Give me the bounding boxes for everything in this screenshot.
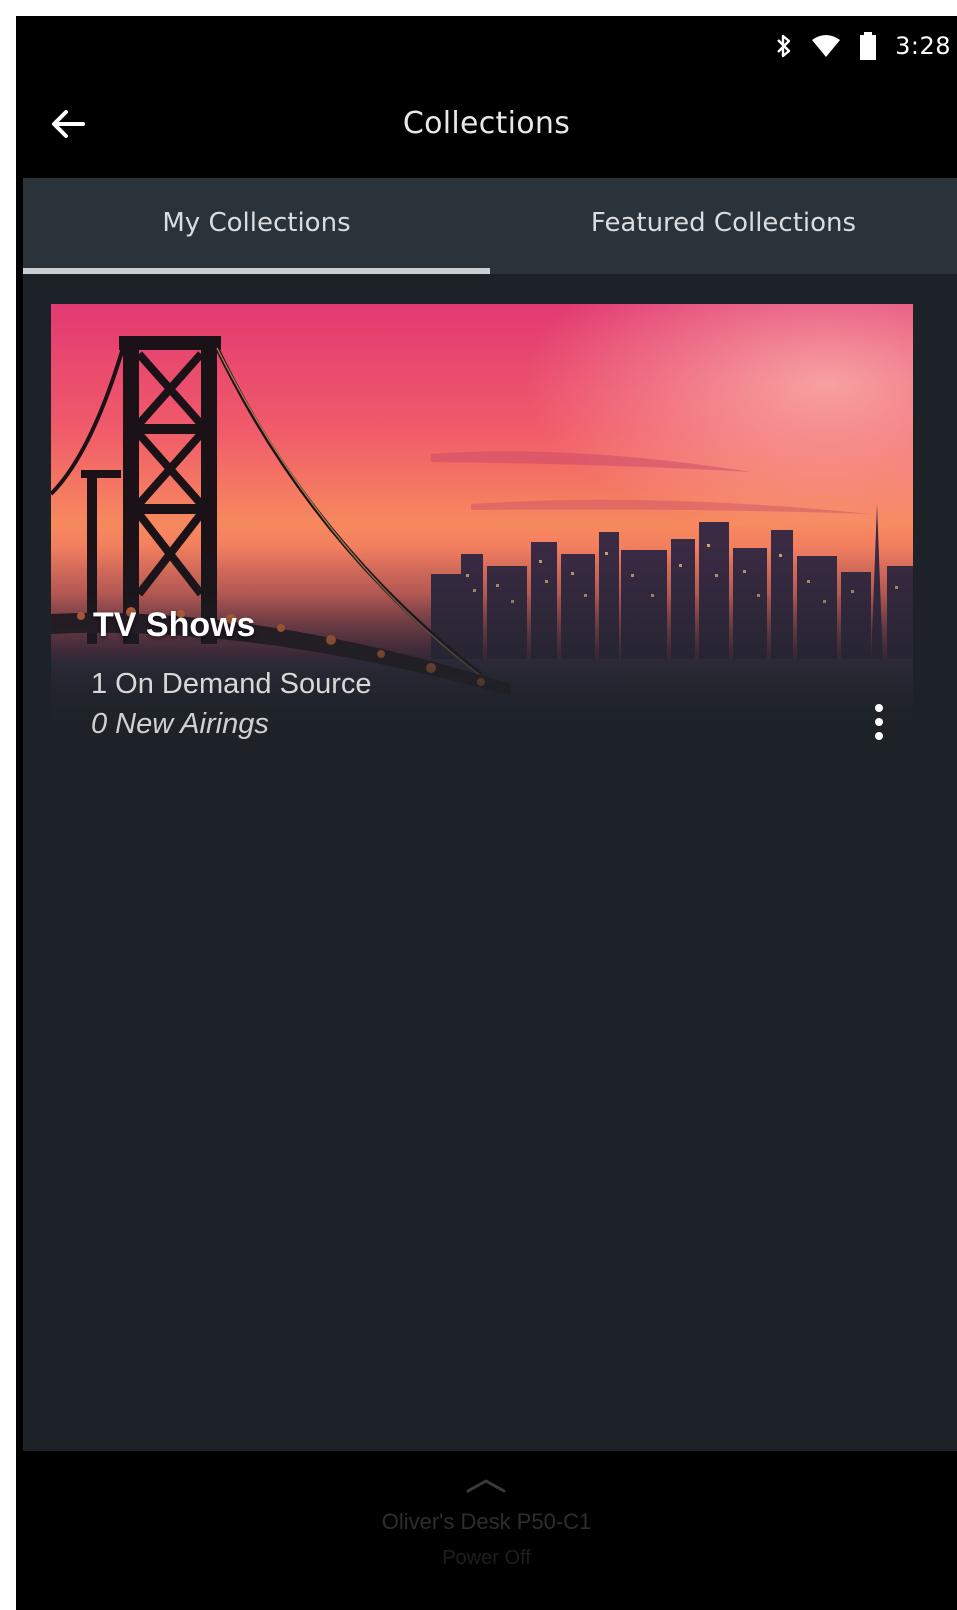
collection-source-count: 1 On Demand Source bbox=[91, 668, 372, 700]
tab-label: Featured Collections bbox=[590, 208, 857, 238]
tab-label: My Collections bbox=[162, 208, 351, 238]
chevron-up-icon[interactable] bbox=[464, 1475, 508, 1495]
status-bar: 3:28 bbox=[16, 16, 957, 78]
menu-dot bbox=[875, 718, 883, 726]
status-icons: 3:28 bbox=[775, 28, 951, 64]
page-title: Collections bbox=[402, 106, 571, 141]
collection-card[interactable]: TV Shows 1 On Demand Source 0 New Airing… bbox=[51, 304, 913, 744]
collection-new-airings: 0 New Airings bbox=[91, 708, 269, 740]
menu-dot bbox=[875, 704, 883, 712]
app-bar: Collections bbox=[16, 78, 957, 178]
wifi-icon bbox=[811, 34, 841, 58]
device-status: Power Off bbox=[442, 1547, 531, 1569]
battery-icon bbox=[859, 32, 877, 60]
status-time: 3:28 bbox=[895, 32, 951, 60]
more-vert-icon[interactable] bbox=[859, 694, 899, 744]
collection-title: TV Shows bbox=[93, 606, 256, 644]
tab-bar: My Collections Featured Collections bbox=[23, 178, 957, 274]
device-bar[interactable]: Oliver's Desk P50-C1 Power Off bbox=[16, 1451, 957, 1610]
collections-list: TV Shows 1 On Demand Source 0 New Airing… bbox=[23, 274, 957, 1451]
bluetooth-icon bbox=[775, 33, 793, 59]
tab-my-collections[interactable]: My Collections bbox=[23, 178, 490, 274]
device-name: Oliver's Desk P50-C1 bbox=[381, 1509, 592, 1534]
phone-screen: 3:28 Collections My Collections Featured… bbox=[16, 16, 957, 1610]
menu-dot bbox=[875, 732, 883, 740]
tab-featured-collections[interactable]: Featured Collections bbox=[490, 178, 957, 274]
